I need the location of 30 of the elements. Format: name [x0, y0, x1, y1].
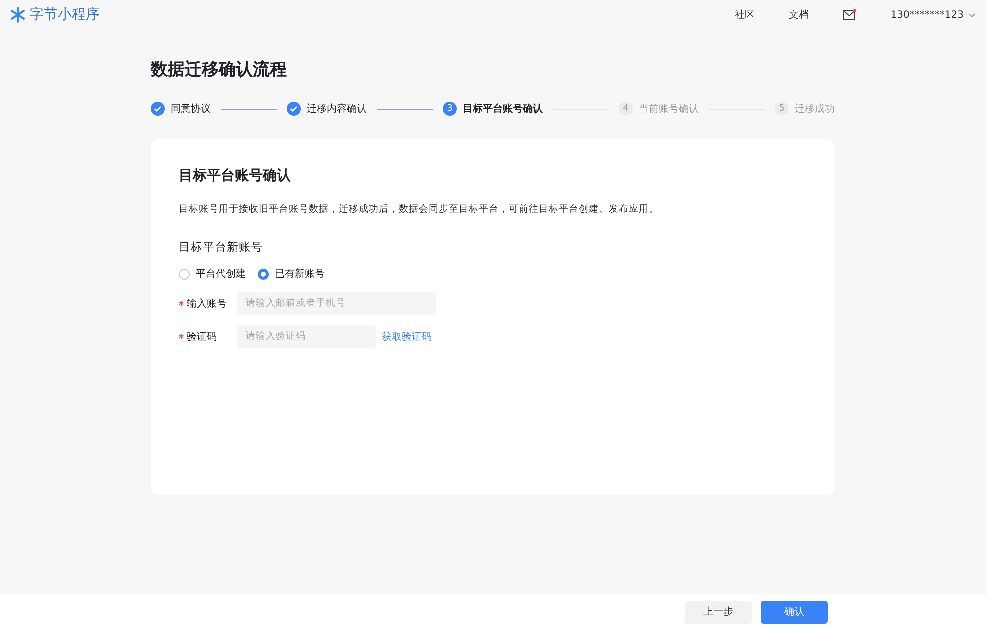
step-label: 目标平台账号确认 [463, 102, 543, 116]
page-title: 数据迁移确认流程 [151, 59, 288, 81]
nav-link[interactable]: 文档 [788, 10, 809, 21]
radio-label[interactable]: 已有新账号 [275, 267, 325, 281]
radio-label[interactable]: 平台代创建 [196, 267, 246, 281]
step-number: 5 [775, 102, 789, 116]
radio-button[interactable] [258, 268, 269, 280]
radio-button[interactable] [179, 268, 190, 280]
step-label: 当前账号确认 [639, 102, 699, 116]
step-label: 迁移内容确认 [307, 102, 367, 116]
account-name[interactable]: 130*******123 [890, 10, 964, 20]
step-number: 4 [619, 102, 633, 116]
logo-icon [10, 7, 26, 23]
description: 目标账号用于接收旧平台账号数据，迁移成功后，数据会同步至目标平台，可前往目标平台创建、发布应用。 [179, 203, 660, 216]
brand-name[interactable]: 字节小程序 [30, 6, 100, 24]
code-field[interactable]: 请输入验证码 [237, 325, 376, 348]
confirm-button[interactable]: 确认 [761, 600, 828, 624]
get-code-link[interactable]: 获取验证码 [382, 330, 432, 344]
section-title: 目标平台新账号 [179, 240, 264, 255]
chevron-down-icon[interactable] [968, 12, 976, 18]
nav-link[interactable]: 社区 [734, 10, 755, 21]
step-label: 同意协议 [171, 102, 211, 116]
field-label: 输入账号 [187, 298, 227, 310]
step-label: 迁移成功 [795, 102, 835, 116]
back-button[interactable]: 上一步 [685, 600, 752, 624]
account-field[interactable]: 请输入邮箱或者手机号 [237, 292, 436, 315]
card-title: 目标平台账号确认 [179, 167, 292, 185]
mail-icon[interactable] [842, 9, 857, 21]
field-label: 验证码 [187, 330, 217, 344]
step-number: 3 [443, 102, 457, 116]
